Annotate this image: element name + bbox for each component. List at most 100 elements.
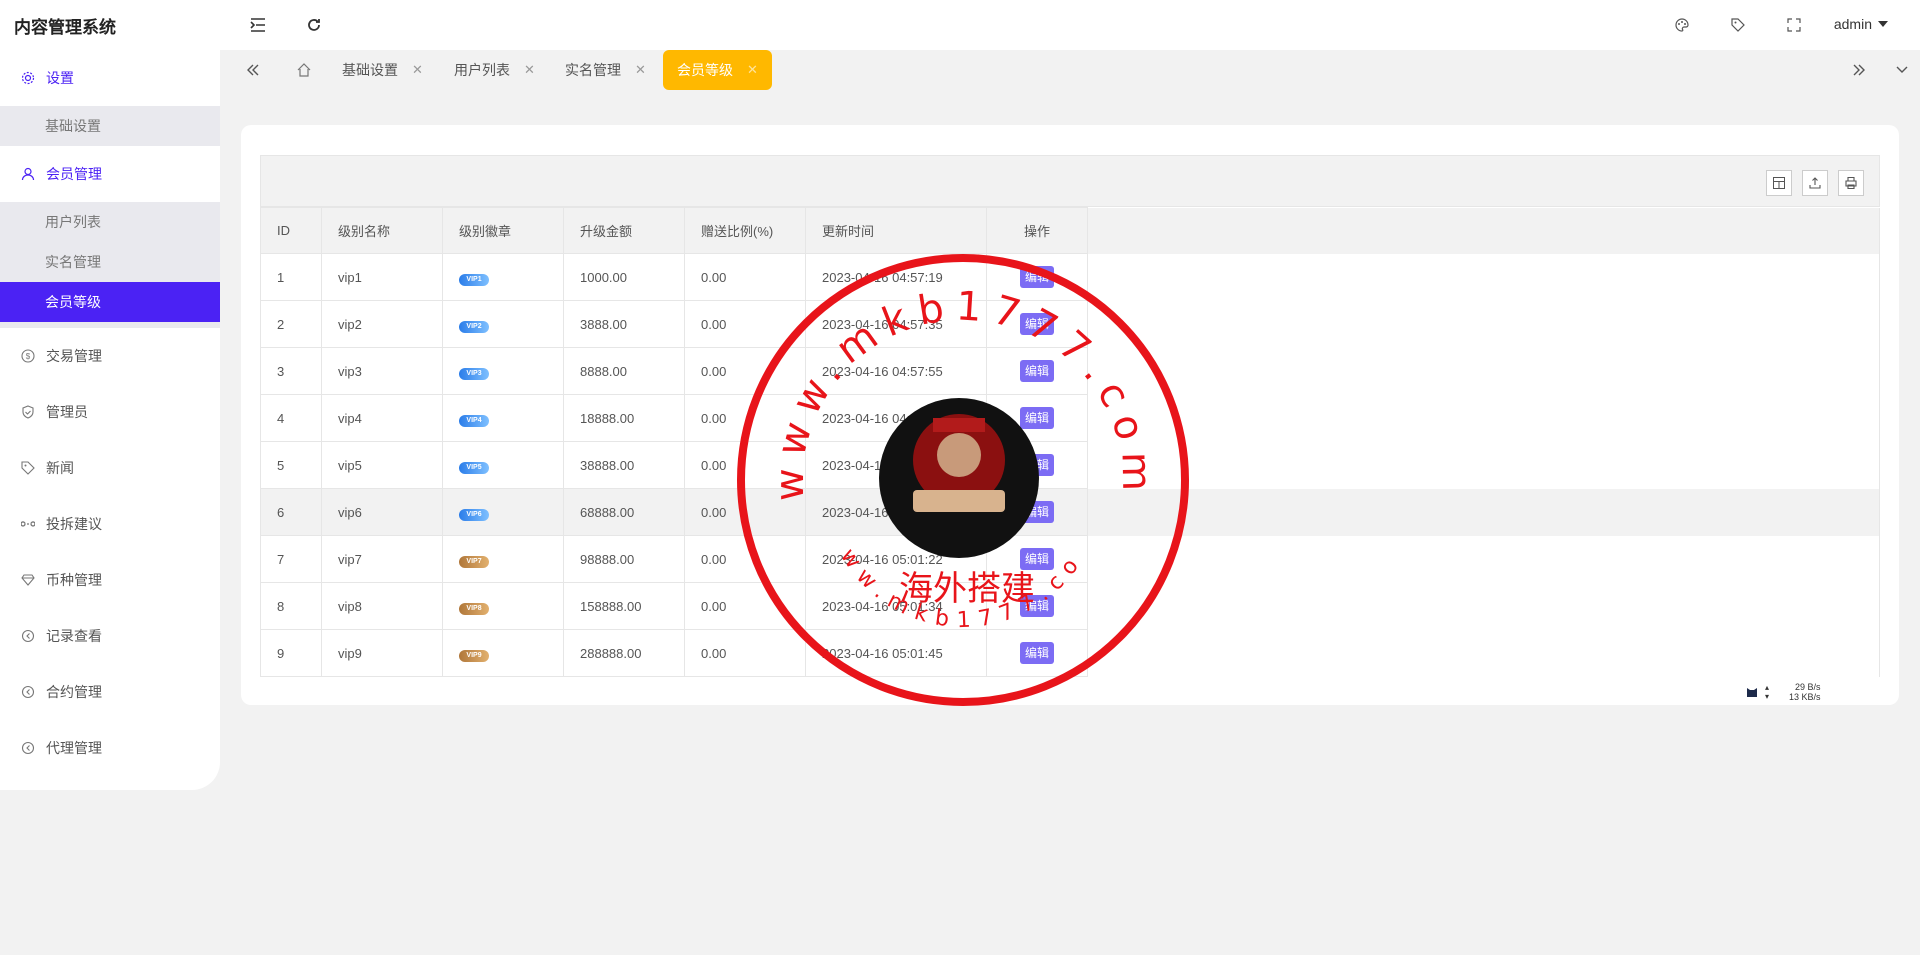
menu-fold-icon[interactable] [245, 12, 271, 38]
upload-speed: 29 B/s [1795, 682, 1821, 692]
close-icon[interactable]: ✕ [747, 62, 758, 78]
sidebar-subitem-member-level[interactable]: 会员等级 [0, 282, 220, 322]
sidebar-item-agents[interactable]: 代理管理 [0, 720, 220, 776]
sidebar-item-settings[interactable]: 设置 [0, 50, 220, 106]
tab-realname[interactable]: 实名管理 ✕ [565, 50, 646, 90]
close-icon[interactable]: ✕ [635, 62, 646, 78]
edit-button[interactable]: 编辑 [1020, 407, 1054, 429]
cell-update-time: 2023-04-16 04:57:55 [805, 347, 987, 395]
table-header: ID 级别名称 级别徽章 升级金额 赠送比例(%) 更新时间 操作 [260, 207, 1880, 254]
cell-level-badge: VIP6 [442, 488, 564, 536]
sidebar-item-label: 会员管理 [46, 166, 102, 182]
col-update-time[interactable]: 更新时间 [805, 207, 987, 254]
table-row[interactable]: 9 vip9 VIP9 288888.00 0.00 2023-04-16 05:01:4… [260, 629, 1880, 677]
col-upgrade-amount[interactable]: 升级金额 [563, 207, 685, 254]
svg-text:$: $ [26, 352, 31, 361]
print-icon[interactable] [1838, 170, 1864, 196]
table-row[interactable]: 4 vip4 VIP4 18888.00 0.00 2023-04-16 04:5 编辑 [260, 394, 1880, 442]
theme-icon[interactable] [1669, 12, 1695, 38]
table-toolbar [260, 155, 1880, 207]
export-icon[interactable] [1802, 170, 1828, 196]
edit-button[interactable]: 编辑 [1020, 266, 1054, 288]
table-row[interactable]: 3 vip3 VIP3 8888.00 0.00 2023-04-16 04:57:55 编… [260, 347, 1880, 395]
tab-label: 实名管理 [565, 62, 621, 78]
tabs-scroll-left-icon[interactable] [246, 50, 260, 90]
sidebar-subitem-realname[interactable]: 实名管理 [0, 242, 220, 282]
tab-basic-settings[interactable]: 基础设置 ✕ [342, 50, 423, 90]
table-row[interactable]: 1 vip1 VIP1 1000.00 0.00 2023-04-16 04:57:19 编… [260, 253, 1880, 301]
cell-id: 6 [260, 488, 322, 536]
cell-level-name: vip4 [321, 394, 443, 442]
col-level-name[interactable]: 级别名称 [321, 207, 443, 254]
cell-upgrade-amount: 1000.00 [563, 253, 685, 301]
tab-label: 会员等级 [677, 62, 733, 78]
download-speed: 13 KB/s [1789, 692, 1821, 702]
table-filler [1087, 535, 1880, 583]
sidebar-item-members[interactable]: 会员管理 [0, 146, 220, 202]
user-menu[interactable]: admin [1834, 16, 1888, 32]
tab-member-level[interactable]: 会员等级 ✕ [663, 50, 772, 90]
edit-button[interactable]: 编辑 [1020, 501, 1054, 523]
refresh-icon[interactable] [301, 12, 327, 38]
col-level-badge[interactable]: 级别徽章 [442, 207, 564, 254]
cat-icon [1745, 684, 1759, 700]
edit-button[interactable]: 编辑 [1020, 548, 1054, 570]
sidebar-item-label: 代理管理 [46, 740, 102, 756]
cell-actions: 编辑 [986, 535, 1088, 583]
sidebar-item-currency[interactable]: 币种管理 [0, 552, 220, 608]
table-row[interactable]: 8 vip8 VIP8 158888.00 0.00 2023-04-16 05:01:3… [260, 582, 1880, 630]
table-row[interactable]: 2 vip2 VIP2 3888.00 0.00 2023-04-16 04:57:35 编… [260, 300, 1880, 348]
sidebar-item-contracts[interactable]: 合约管理 [0, 664, 220, 720]
top-header: 内容管理系统 admin [0, 0, 1920, 50]
sidebar-item-records[interactable]: 记录查看 [0, 608, 220, 664]
tabs-dropdown-icon[interactable] [1895, 50, 1909, 90]
col-id[interactable]: ID [260, 207, 322, 254]
vip-badge-icon: VIP4 [459, 414, 489, 427]
net-speed-widget: ▴ ▾ 29 B/s 13 KB/s [1745, 682, 1821, 702]
sidebar-item-label: 合约管理 [46, 684, 102, 700]
fullscreen-icon[interactable] [1781, 12, 1807, 38]
close-icon[interactable]: ✕ [524, 62, 535, 78]
cell-actions: 编辑 [986, 253, 1088, 301]
sidebar-subitem-basic-settings[interactable]: 基础设置 [0, 106, 220, 146]
edit-button[interactable]: 编辑 [1020, 595, 1054, 617]
sidebar-item-trade[interactable]: $ 交易管理 [0, 328, 220, 384]
dollar-icon: $ [20, 348, 36, 364]
shield-icon [20, 404, 36, 420]
columns-filter-icon[interactable] [1766, 170, 1792, 196]
sidebar-item-news[interactable]: 新闻 [0, 440, 220, 496]
home-tab-icon[interactable] [296, 50, 312, 90]
sidebar-item-admins[interactable]: 管理员 [0, 384, 220, 440]
cell-update-time: 2023-04-1 [805, 441, 987, 489]
cell-upgrade-amount: 158888.00 [563, 582, 685, 630]
table-row[interactable]: 7 vip7 VIP7 98888.00 0.00 2023-04-16 05:01:22… [260, 535, 1880, 583]
tab-user-list[interactable]: 用户列表 ✕ [454, 50, 535, 90]
edit-button[interactable]: 编辑 [1020, 454, 1054, 476]
table-row[interactable]: 5 vip5 VIP5 38888.00 0.00 2023-04-1 编辑 [260, 441, 1880, 489]
close-icon[interactable]: ✕ [412, 62, 423, 78]
vip-badge-icon: VIP6 [459, 508, 489, 521]
tab-label: 基础设置 [342, 62, 398, 78]
col-gift-ratio[interactable]: 赠送比例(%) [684, 207, 806, 254]
cell-update-time: 2023-04-16 05:01:45 [805, 629, 987, 677]
cell-gift-ratio: 0.00 [684, 394, 806, 442]
cell-gift-ratio: 0.00 [684, 535, 806, 583]
cell-upgrade-amount: 288888.00 [563, 629, 685, 677]
cell-level-badge: VIP3 [442, 347, 564, 395]
cell-actions: 编辑 [986, 300, 1088, 348]
table-filler [1087, 347, 1880, 395]
cell-level-badge: VIP4 [442, 394, 564, 442]
cell-actions: 编辑 [986, 441, 1088, 489]
sidebar-subitem-user-list[interactable]: 用户列表 [0, 202, 220, 242]
tabs-scroll-right-icon[interactable] [1852, 50, 1866, 90]
sidebar-item-complaints[interactable]: 投拆建议 [0, 496, 220, 552]
table-row[interactable]: 6 vip6 VIP6 68888.00 0.00 2023-04-16 编辑 [260, 488, 1880, 536]
edit-button[interactable]: 编辑 [1020, 360, 1054, 382]
edit-button[interactable]: 编辑 [1020, 313, 1054, 335]
edit-button[interactable]: 编辑 [1020, 642, 1054, 664]
tag-icon[interactable] [1725, 12, 1751, 38]
cell-actions: 编辑 [986, 394, 1088, 442]
cell-upgrade-amount: 8888.00 [563, 347, 685, 395]
cell-actions: 编辑 [986, 629, 1088, 677]
sidebar-item-label: 管理员 [46, 404, 88, 420]
